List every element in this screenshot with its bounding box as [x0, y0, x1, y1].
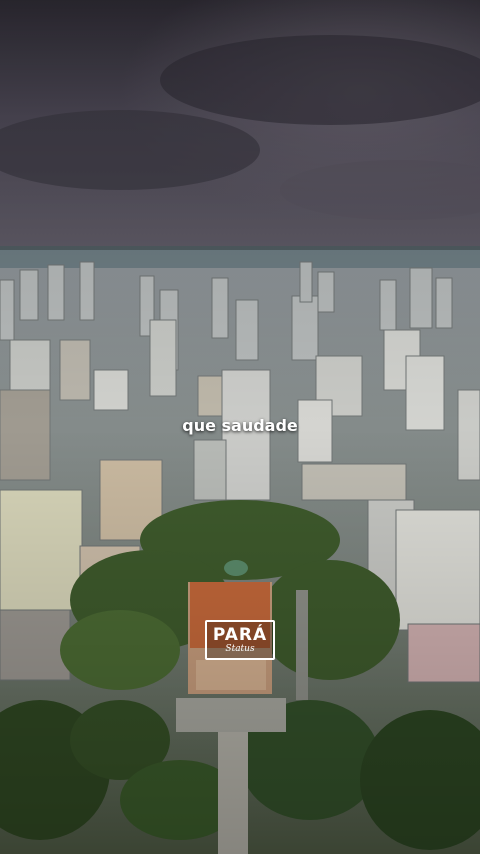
logo-title: PARÁ [212, 625, 268, 645]
caption-text: que saudade [182, 416, 298, 435]
para-status-logo: PARÁ Status [205, 620, 275, 660]
logo-subtitle: Status [225, 644, 255, 654]
photo-scene: que saudade PARÁ Status [0, 0, 480, 854]
